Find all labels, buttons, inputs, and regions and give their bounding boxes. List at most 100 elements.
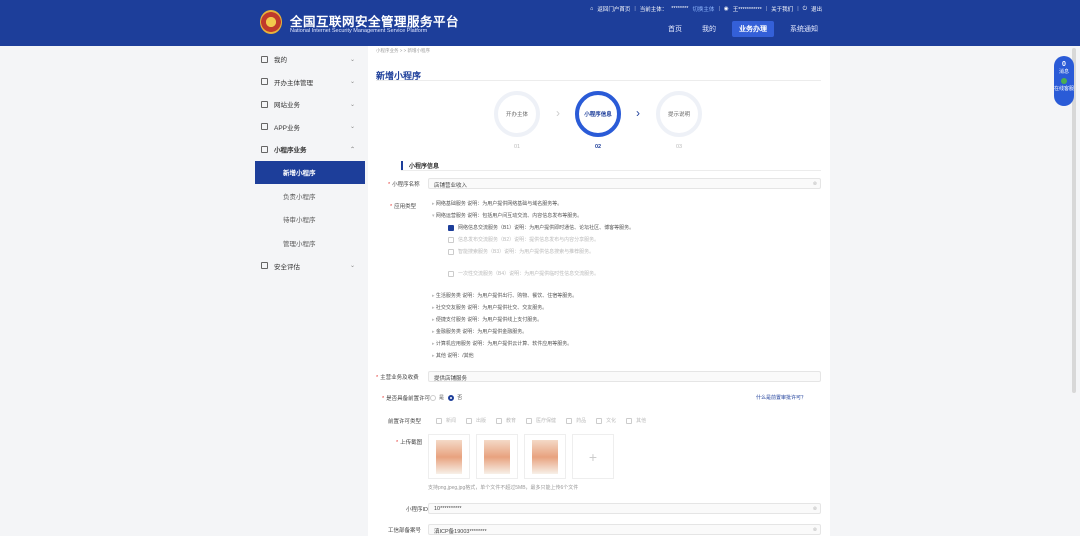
about-link[interactable]: 关于我们 bbox=[771, 5, 793, 13]
sidebar-item-mine[interactable]: 我的 ⌄ bbox=[255, 48, 365, 71]
section-title: 小程序信息 bbox=[401, 161, 439, 170]
checkbox[interactable] bbox=[448, 270, 454, 277]
sidebar-sub-pending[interactable]: 待审小程序 bbox=[255, 208, 365, 232]
scope-label: * 主营业务及收费 bbox=[376, 375, 419, 381]
clear-icon[interactable]: ⊗ bbox=[813, 181, 817, 187]
type-option-b1[interactable]: 网络信息交流服务（B1）说明：为用户提供即时通信、论坛社区、博客等服务。 bbox=[448, 224, 634, 231]
nav-business[interactable]: 业务办理 bbox=[732, 21, 774, 37]
police-emblem-logo bbox=[260, 10, 282, 34]
screenshot-thumb[interactable] bbox=[524, 434, 566, 479]
message-label: 消息 bbox=[1058, 69, 1069, 75]
scope-input[interactable]: 提供店铺服务 bbox=[428, 371, 821, 382]
sidebar-item-label: APP业务 bbox=[274, 124, 301, 132]
miniprogram-icon bbox=[261, 145, 268, 153]
type-option-b3[interactable]: 智能搜索服务（B3）说明：为用户提供信息搜索与推荐服务。 bbox=[448, 248, 594, 255]
type-tree-node[interactable]: ▸ 社交交友服务 说明：为用户提供社交、交友服务。 bbox=[432, 304, 547, 311]
sidebar-item-app[interactable]: APP业务 ⌄ bbox=[255, 116, 365, 139]
id-input[interactable]: 10********** ⊗ bbox=[428, 503, 821, 514]
sidebar-item-website[interactable]: 网站业务 ⌄ bbox=[255, 93, 365, 116]
perm-education[interactable]: 教育 bbox=[496, 417, 516, 424]
user-name[interactable]: 王*********** bbox=[733, 5, 762, 13]
chevron-down-icon: ⌄ bbox=[349, 79, 355, 86]
screenshot-thumb[interactable] bbox=[428, 434, 470, 479]
step-subject-num: 01 bbox=[514, 144, 521, 150]
sidebar-item-label: 我的 bbox=[274, 57, 287, 65]
checkbox[interactable] bbox=[448, 236, 454, 243]
top-header: 全国互联网安全管理服务平台 National Internet Security… bbox=[0, 0, 1080, 46]
name-input[interactable]: 店铺营业收入 ⊗ bbox=[428, 178, 821, 189]
type-option-b2[interactable]: 信息发布交流服务（B2）说明：提供信息发布与内容分享服务。 bbox=[448, 236, 599, 243]
icp-input[interactable]: 滇ICP备19003******** ⊗ bbox=[428, 524, 821, 535]
globe-icon bbox=[261, 100, 268, 108]
main-nav: 首页 我的 业务办理 系统通知 bbox=[664, 20, 822, 38]
sidebar-sub-new[interactable]: 新增小程序 bbox=[255, 160, 365, 184]
perm-culture[interactable]: 文化 bbox=[596, 417, 616, 424]
perm-drug[interactable]: 药品 bbox=[566, 417, 586, 424]
icp-label: 工信部备案号 bbox=[388, 528, 422, 534]
logout-link[interactable]: 退出 bbox=[811, 5, 822, 13]
sidebar-item-label: 小程序业务 bbox=[274, 147, 307, 155]
type-tree-node[interactable]: ▸ 网络基础服务 说明：为用户提供网络基础与域名服务等。 bbox=[432, 200, 562, 207]
nav-home[interactable]: 首页 bbox=[664, 21, 686, 37]
portal-link[interactable]: 返回门户首页 bbox=[597, 5, 630, 13]
type-tree-node[interactable]: ▸ 便捷支付服务 说明：为用户提供线上支付服务。 bbox=[432, 316, 542, 323]
step-miniprogram-info[interactable]: 小程序信息 bbox=[575, 91, 621, 137]
screenshot-label: * 上传截图 bbox=[396, 440, 423, 446]
site-subtitle: National Internet Security Management Se… bbox=[290, 28, 428, 34]
subject-label: 当前主体： bbox=[639, 7, 668, 13]
chevron-down-icon: ⌄ bbox=[349, 101, 355, 108]
clear-icon[interactable]: ⊗ bbox=[813, 527, 817, 533]
switch-subject-link[interactable]: 切换主体 bbox=[692, 5, 714, 13]
perm-type-label: 前置许可类型 bbox=[388, 419, 422, 425]
sidebar-sub-responsible[interactable]: 负责小程序 bbox=[255, 184, 365, 208]
clear-icon[interactable]: ⊗ bbox=[813, 506, 817, 512]
type-tree-node[interactable]: ▸ 计算机应用服务 说明：为用户提供云计算、软件应用等服务。 bbox=[432, 340, 572, 347]
chevron-down-icon: ⌄ bbox=[349, 56, 355, 63]
building-icon bbox=[261, 78, 268, 86]
chevron-down-icon: ⌄ bbox=[349, 263, 355, 270]
step-notes[interactable]: 提示说明 bbox=[656, 91, 702, 137]
sidebar: 我的 ⌄ 开办主体管理 ⌄ 网站业务 ⌄ APP业务 ⌄ 小程序业务 ⌃ 新增小程序 负责… bbox=[255, 48, 365, 536]
perm-other[interactable]: 其他 bbox=[626, 417, 646, 424]
upload-add-button[interactable]: + bbox=[572, 434, 614, 479]
checkbox-checked[interactable] bbox=[448, 224, 454, 231]
shield-icon bbox=[261, 262, 268, 270]
chevron-down-icon: ⌄ bbox=[349, 124, 355, 131]
type-tree-node[interactable]: ▾ 网络运营服务 说明：包括用户间互动交流、内容信息发布等服务。 bbox=[432, 212, 582, 219]
nav-mine[interactable]: 我的 bbox=[698, 21, 720, 37]
perm-publish[interactable]: 出版 bbox=[466, 417, 486, 424]
type-tree-node[interactable]: ▸ 其他 说明：/其他 bbox=[432, 352, 474, 359]
sidebar-item-security[interactable]: 安全评估 ⌄ bbox=[255, 255, 365, 278]
floating-service-widget[interactable]: 0 消息 在线客服 bbox=[1054, 56, 1074, 106]
sidebar-item-label: 开办主体管理 bbox=[274, 79, 313, 87]
breadcrumb: 小程序业务 > > 新增小程序 bbox=[376, 48, 431, 53]
checkbox[interactable] bbox=[448, 248, 454, 255]
radio-no[interactable] bbox=[448, 394, 455, 401]
user-icon: ◉ bbox=[723, 6, 729, 12]
screenshot-thumb[interactable] bbox=[476, 434, 518, 479]
type-tree-node[interactable]: ▸ 生活服务类 说明：为用户提供出行、购物、餐饮、住宿等服务。 bbox=[432, 292, 577, 299]
radio-yes[interactable] bbox=[430, 394, 436, 401]
arrow-right-icon: › bbox=[636, 106, 640, 120]
step-subject[interactable]: 开办主体 bbox=[494, 91, 540, 137]
online-status-icon bbox=[1061, 78, 1067, 84]
sidebar-item-label: 安全评估 bbox=[274, 263, 300, 271]
perm-type-checkboxes: 新闻 出版 教育 医疗保健 药品 文化 其他 bbox=[436, 417, 646, 424]
message-count: 0 bbox=[1062, 61, 1066, 68]
sidebar-item-subject[interactable]: 开办主体管理 ⌄ bbox=[255, 71, 365, 94]
home-icon: ⌂ bbox=[590, 6, 594, 12]
sidebar-item-miniprogram[interactable]: 小程序业务 ⌃ bbox=[255, 138, 365, 161]
perm-news[interactable]: 新闻 bbox=[436, 417, 456, 424]
nav-notice[interactable]: 系统通知 bbox=[786, 21, 822, 37]
sidebar-sub-manage[interactable]: 管理小程序 bbox=[255, 231, 365, 255]
type-option-b4[interactable]: 一次性交流服务（B4）说明：为用户提供临时性信息交流服务。 bbox=[448, 270, 599, 277]
top-utility-bar: ⌂ 返回门户首页 | 当前主体： ******** 切换主体 | ◉ 王****… bbox=[590, 5, 822, 14]
license-radio-group: 是 否 bbox=[430, 394, 462, 401]
type-tree-node[interactable]: ▸ 金融服务类 说明：为用户提供金融服务。 bbox=[432, 328, 527, 335]
logout-icon: ⏻ bbox=[802, 5, 807, 12]
divider bbox=[401, 170, 821, 171]
license-help-link[interactable]: 什么是前置审批许可？ bbox=[756, 394, 806, 401]
perm-medical[interactable]: 医疗保健 bbox=[526, 417, 556, 424]
type-label: * 应用类型 bbox=[390, 204, 417, 210]
upload-tip: 支持png,jpeg,jpg格式，单个文件不超过5MB，最多只能上传6个文件 bbox=[428, 485, 579, 491]
